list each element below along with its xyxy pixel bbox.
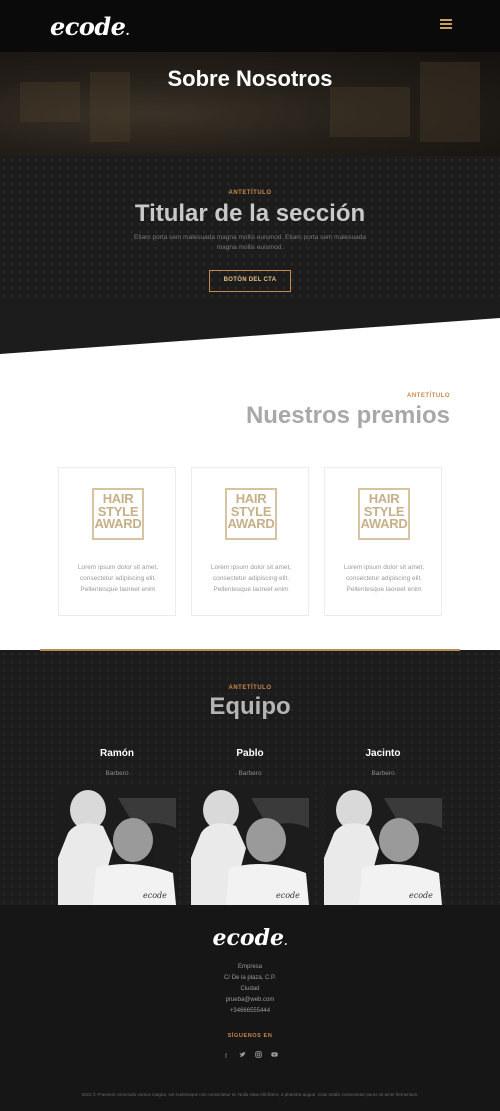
social-links: f	[0, 1051, 500, 1061]
member-photo: ecode	[324, 788, 442, 905]
award-card: HAIR STYLE AWARD Lorem ipsum dolor sit a…	[324, 467, 442, 616]
instagram-icon[interactable]	[254, 1051, 262, 1059]
hair-style-award-logo: HAIR STYLE AWARD	[92, 488, 144, 540]
footer-company: Empresa	[237, 964, 262, 970]
section-divider	[40, 649, 460, 651]
section-pretitle: ANTETÍTULO	[228, 190, 272, 196]
member-photo: ecode	[58, 788, 176, 905]
footer-logo-text: ecode	[212, 925, 284, 951]
award-line: AWARD	[227, 516, 275, 531]
copyright-text: 2021 © Praesent commodo cursus magna, ve…	[81, 1092, 419, 1097]
member-role: Barbero	[238, 770, 262, 777]
footer-logo[interactable]: ecode.	[0, 925, 500, 951]
award-card: HAIR STYLE AWARD Lorem ipsum dolor sit a…	[58, 467, 176, 616]
award-card: HAIR STYLE AWARD Lorem ipsum dolor sit a…	[191, 467, 309, 616]
hair-style-award-logo: HAIR STYLE AWARD	[225, 488, 277, 540]
member-name: Ramón	[100, 748, 134, 759]
team-title: Equipo	[209, 693, 291, 720]
award-line: AWARD	[360, 516, 408, 531]
section-title: Titular de la sección	[134, 200, 366, 227]
member-role: Barbero	[371, 770, 395, 777]
member-photo: ecode	[191, 788, 309, 905]
award-card-text: Lorem ipsum dolor sit amet, consectetur …	[210, 564, 292, 593]
cta-button[interactable]: BOTÓN DEL CTA	[209, 270, 291, 292]
premios-title: Nuestros premios	[245, 402, 450, 429]
site-footer: ecode. Empresa C/ De la plaza, C.P. Ciud…	[0, 905, 500, 1111]
site-logo[interactable]: ecode.	[50, 12, 130, 41]
page-title: Sobre Nosotros	[167, 66, 333, 91]
award-card-text: Lorem ipsum dolor sit amet, consectetur …	[343, 564, 425, 593]
footer-address: C/ De la plaza, C.P.	[224, 975, 276, 981]
member-name: Pablo	[236, 748, 264, 759]
site-header: ecode.	[0, 0, 500, 52]
hamburger-icon[interactable]	[440, 19, 452, 31]
facebook-icon[interactable]: f	[222, 1053, 230, 1061]
logo-text: ecode	[50, 12, 126, 41]
award-card-text: Lorem ipsum dolor sit amet, consectetur …	[77, 564, 159, 593]
award-line: AWARD	[94, 516, 142, 531]
diagonal-divider	[0, 300, 500, 354]
member-name: Jacinto	[365, 748, 401, 759]
twitter-icon[interactable]	[238, 1051, 246, 1059]
footer-phone[interactable]: +34666555444	[0, 1008, 500, 1014]
section-text: Etiam porta sem malesuada magna mollis e…	[134, 234, 366, 251]
team-section: ANTETÍTULO Equipo Ramón Barbero ecode Pa…	[0, 650, 500, 905]
premios-pretitle: ANTETÍTULO	[407, 393, 450, 399]
svg-text:ecode: ecode	[276, 891, 300, 900]
footer-city: Ciudad	[240, 986, 260, 992]
hero-banner: Sobre Nosotros	[0, 52, 500, 156]
svg-text:ecode: ecode	[409, 891, 433, 900]
hair-style-award-logo: HAIR STYLE AWARD	[358, 488, 410, 540]
svg-text:ecode: ecode	[143, 891, 167, 900]
team-pretitle: ANTETÍTULO	[228, 685, 272, 691]
youtube-icon[interactable]	[270, 1051, 278, 1059]
member-role: Barbero	[105, 770, 129, 777]
footer-email[interactable]: prueba@web.com	[0, 997, 500, 1003]
follow-label: SÍGUENOS EN	[227, 1033, 273, 1039]
